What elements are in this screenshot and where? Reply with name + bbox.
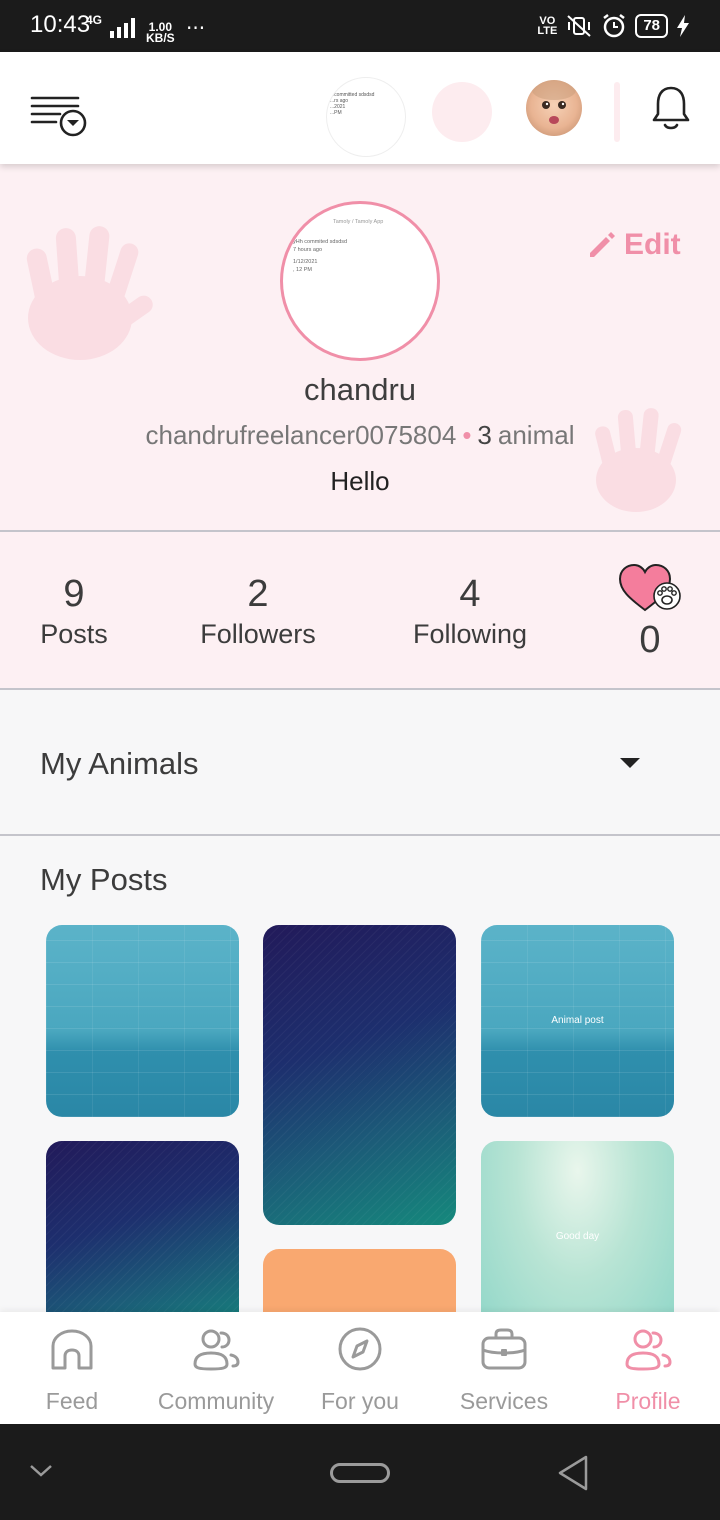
home-pill-button[interactable]: [330, 1463, 390, 1483]
stat-following[interactable]: 4 Following: [400, 572, 540, 652]
following-count: 4: [459, 573, 481, 615]
alarm-icon: [603, 14, 626, 38]
post-tile[interactable]: [46, 925, 239, 1117]
network-type: 4G: [86, 13, 103, 27]
followers-label: Followers: [200, 619, 316, 649]
system-navigation-bar: [0, 1424, 720, 1520]
edit-label: Edit: [624, 228, 681, 261]
nav-for-you[interactable]: For you: [288, 1324, 432, 1415]
signal-icon: [110, 18, 135, 38]
story-avatar-partial[interactable]: [614, 82, 620, 142]
stat-followers[interactable]: 2 Followers: [188, 572, 328, 652]
nav-feed[interactable]: Feed: [0, 1324, 144, 1415]
edit-profile-button[interactable]: Edit: [586, 228, 681, 262]
community-icon: [193, 1329, 240, 1371]
hand-decoration-icon: [26, 226, 153, 360]
more-notifications-icon: ···: [186, 16, 206, 40]
profile-stats: 9 Posts 2 Followers 4 Following 0: [0, 532, 720, 690]
post-tile[interactable]: [263, 1249, 456, 1312]
story-preview-text: ...committed sdsdsd ...rs ago ...2021 ..…: [330, 92, 374, 116]
posts-grid: Animal post Good day: [0, 924, 720, 1312]
profile-header: Tamoly / Tamoly App yHh commited sdsdsd …: [0, 164, 720, 532]
my-animals-section[interactable]: My Animals: [0, 690, 720, 836]
nav-community-label: Community: [157, 1388, 275, 1414]
post-caption: Good day: [555, 1231, 600, 1242]
post-tile[interactable]: [46, 1141, 239, 1312]
nav-feed-label: Feed: [45, 1388, 99, 1414]
post-caption: Animal post: [551, 1015, 604, 1026]
dropdown-caret-icon[interactable]: [620, 758, 640, 768]
posts-count: 9: [63, 573, 85, 615]
profile-bio: Hello: [330, 466, 390, 496]
post-tile[interactable]: Good day: [481, 1141, 674, 1312]
avatar-preview-breadcrumb: Tamoly / Tamoly App: [333, 219, 384, 225]
avatar-preview-line: , 12 PM: [293, 267, 312, 273]
post-tile[interactable]: Animal post: [481, 925, 674, 1117]
paw-likes-count: 0: [639, 619, 661, 661]
following-label: Following: [412, 619, 528, 649]
stat-paw-likes[interactable]: 0: [612, 562, 688, 662]
status-time: 10:43: [30, 11, 91, 38]
story-avatar-2[interactable]: [432, 82, 492, 142]
animal-count-label: animal: [497, 420, 575, 450]
heart-paw-icon: [618, 563, 681, 612]
volte-bottom: LTE: [537, 25, 558, 37]
separator-dot: •: [462, 420, 472, 450]
app-header: ...committed sdsdsd ...rs ago ...2021 ..…: [0, 52, 720, 164]
nav-profile[interactable]: Profile: [576, 1324, 720, 1415]
status-right: VO LTE 78: [537, 13, 690, 39]
network-speed: 1.00 KB/S: [146, 21, 175, 45]
home-icon: [51, 1329, 93, 1370]
charging-icon: [677, 15, 689, 37]
baby-face-image: [532, 80, 576, 124]
bottom-navigation: Feed Community For you Services Profile: [0, 1312, 720, 1424]
volte-icon: VO LTE: [537, 16, 558, 37]
profile-username: chandrufreelancer0075804: [145, 420, 457, 450]
avatar-preview-text: Tamoly / Tamoly App yHh commited sdsdsd …: [293, 218, 433, 274]
avatar-preview-line: 1/12/2021: [293, 259, 318, 265]
pencil-icon: [590, 232, 615, 257]
profile-subline: chandrufreelancer0075804 • 3 animal: [0, 420, 720, 451]
nav-services-label: Services: [459, 1388, 549, 1414]
stat-posts[interactable]: 9 Posts: [30, 572, 118, 652]
story-avatar-baby[interactable]: [526, 80, 582, 136]
status-bar: 10:43 4G 1.00 KB/S ··· VO LTE 78: [0, 0, 720, 52]
story-avatar-1[interactable]: ...committed sdsdsd ...rs ago ...2021 ..…: [326, 77, 406, 157]
speed-unit: KB/S: [146, 31, 175, 45]
vibrate-mute-icon: [567, 15, 591, 37]
nav-services[interactable]: Services: [432, 1324, 576, 1415]
hand-decoration-icon: [595, 408, 682, 512]
my-posts-title: My Posts: [40, 862, 168, 897]
profile-avatar[interactable]: Tamoly / Tamoly App yHh commited sdsdsd …: [280, 201, 440, 361]
back-triangle-icon[interactable]: [556, 1454, 592, 1492]
profile-icon: [625, 1329, 672, 1371]
notification-bell-icon[interactable]: [650, 84, 692, 132]
avatar-preview-line: yHh commited sdsdsd: [293, 239, 348, 245]
briefcase-icon: [481, 1328, 527, 1370]
profile-name: chandru: [303, 372, 417, 407]
story-preview-line: ...PM: [330, 110, 342, 116]
nav-profile-label: Profile: [615, 1388, 681, 1414]
followers-count: 2: [247, 573, 269, 615]
battery-level: 78: [635, 14, 668, 38]
chevron-down-icon[interactable]: [28, 1460, 54, 1480]
nav-community[interactable]: Community: [144, 1324, 288, 1415]
compass-icon: [338, 1327, 382, 1371]
animal-count: 3: [477, 420, 492, 450]
avatar-preview-line: 7 hours ago: [293, 247, 323, 253]
nav-for-you-label: For you: [321, 1388, 399, 1414]
post-tile[interactable]: [263, 925, 456, 1225]
my-animals-title: My Animals: [40, 746, 199, 781]
posts-label: Posts: [40, 619, 108, 649]
menu-filter-icon[interactable]: [30, 92, 88, 138]
